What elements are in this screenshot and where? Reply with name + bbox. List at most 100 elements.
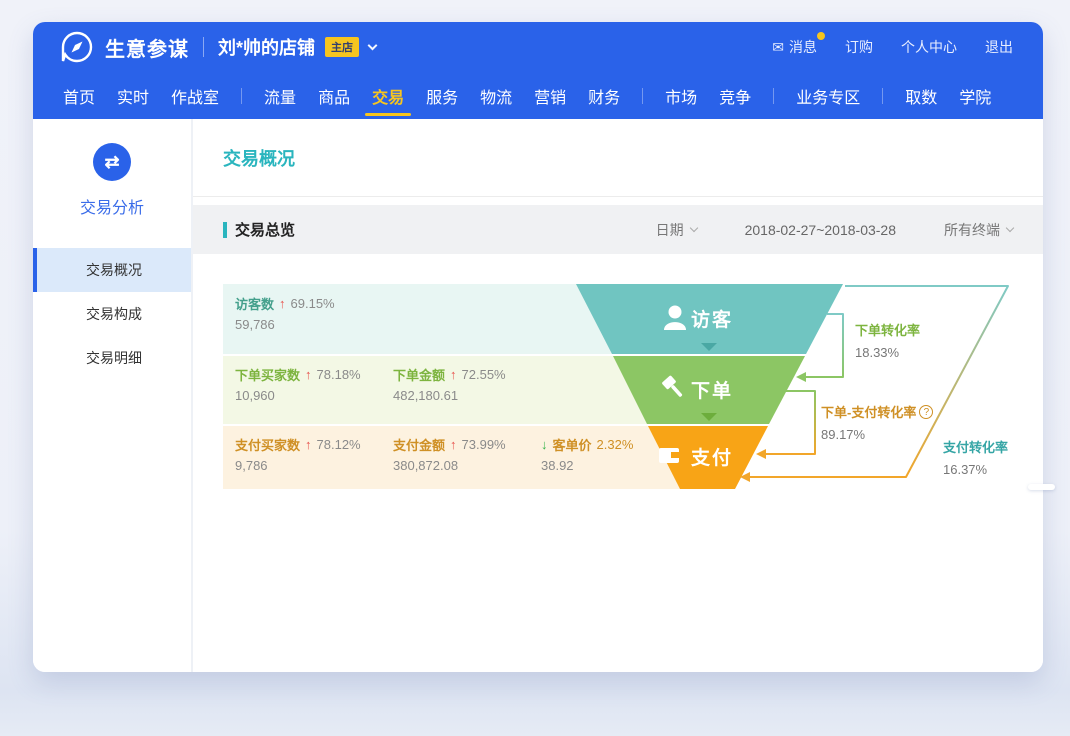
terminal-dropdown[interactable]: 所有终端	[944, 220, 1013, 240]
shop-name[interactable]: 刘*帅的店铺	[218, 34, 315, 60]
nav-item-academy[interactable]: 学院	[959, 72, 991, 119]
messages-label: 消息	[789, 39, 817, 55]
exchange-arrows-icon	[93, 143, 131, 181]
nav-item-marketing[interactable]: 营销	[534, 72, 566, 119]
section-title: 交易总览	[235, 219, 295, 240]
mail-icon	[772, 39, 789, 55]
conversion-value: 89.17%	[821, 427, 933, 442]
metric-change: 72.55%	[462, 367, 506, 382]
arrow-up-icon	[450, 367, 457, 382]
notification-dot	[817, 32, 825, 40]
nav-divider	[882, 88, 883, 104]
terminal-label: 所有终端	[944, 220, 1000, 240]
funnel-stage-label: 下单	[691, 379, 733, 402]
section-title-wrap: 交易总览	[223, 219, 295, 240]
conversion-label: 支付转化率	[943, 437, 1008, 456]
metric-order-amount: 下单金额 72.55% 482,180.61	[393, 365, 506, 403]
arrow-left-icon	[756, 449, 766, 459]
nav-item-warroom[interactable]: 作战室	[171, 72, 219, 119]
drawer-handle[interactable]	[1028, 484, 1055, 490]
brand-name: 生意参谋	[105, 33, 189, 62]
section-bar: 交易总览 日期 2018-02-27~2018-03-28 所有终端	[193, 205, 1043, 254]
arrow-up-icon	[450, 437, 457, 452]
nav-item-trade[interactable]: 交易	[372, 72, 404, 119]
nav-divider	[241, 88, 242, 104]
main-content: 交易概况 交易总览 日期 2018-02-27~2018-03-28 所有终端	[193, 119, 1043, 672]
topbar-right: 消息 订购 个人中心 退出	[772, 37, 1013, 57]
order-payment-conversion: 下单-支付转化率 89.17%	[821, 402, 933, 442]
metric-label: 访客数	[235, 294, 274, 313]
shop-chevron-down-icon[interactable]	[368, 40, 378, 50]
metric-avg-order-value: 客单价 2.32% 38.92	[541, 435, 633, 473]
sidebar: 交易分析 交易概况 交易构成 交易明细	[33, 119, 193, 672]
metric-order-buyers: 下单买家数 78.18% 10,960	[235, 365, 361, 403]
conversion-value: 16.37%	[943, 462, 1008, 477]
chevron-down-icon	[1006, 224, 1014, 232]
date-type-label: 日期	[656, 220, 684, 240]
metric-change: 78.12%	[317, 437, 361, 452]
help-icon[interactable]	[919, 405, 933, 419]
filters: 日期 2018-02-27~2018-03-28 所有终端	[656, 220, 1013, 240]
nav-item-data-extract[interactable]: 取数	[905, 72, 937, 119]
arrow-left-icon	[796, 372, 806, 382]
metric-change: 78.18%	[317, 367, 361, 382]
metric-label: 客单价	[553, 435, 592, 454]
wallet-icon	[659, 448, 679, 463]
metric-label: 下单金额	[393, 365, 445, 384]
conversion-value: 18.33%	[855, 345, 920, 360]
metric-label: 支付金额	[393, 435, 445, 454]
conversion-label: 下单-支付转化率	[821, 402, 916, 421]
metric-value: 9,786	[235, 458, 361, 473]
metric-payment-buyers: 支付买家数 78.12% 9,786	[235, 435, 361, 473]
nav-item-realtime[interactable]: 实时	[117, 72, 149, 119]
funnel-stage-label: 支付	[690, 446, 733, 469]
nav-item-traffic[interactable]: 流量	[264, 72, 296, 119]
nav-divider	[773, 88, 774, 104]
compass-logo-icon	[61, 31, 93, 63]
sidebar-item-trade-overview[interactable]: 交易概况	[33, 248, 191, 292]
logout-link[interactable]: 退出	[985, 37, 1013, 57]
metric-value: 482,180.61	[393, 388, 506, 403]
funnel-stage-label: 访客	[691, 308, 733, 331]
metric-label: 下单买家数	[235, 365, 300, 384]
section-accent-bar	[223, 222, 227, 238]
shop-badge: 主店	[325, 37, 359, 57]
nav-item-home[interactable]: 首页	[63, 72, 95, 119]
metric-label: 支付买家数	[235, 435, 300, 454]
nav-item-competition[interactable]: 竞争	[719, 72, 751, 119]
app-window: 生意参谋 刘*帅的店铺 主店 消息 订购 个人中心 退出 首页 实时 作战室 流…	[33, 22, 1043, 672]
messages-link[interactable]: 消息	[772, 37, 817, 57]
nav-item-market[interactable]: 市场	[665, 72, 697, 119]
payment-conversion: 支付转化率 16.37%	[943, 437, 1008, 477]
app-body: 交易分析 交易概况 交易构成 交易明细 交易概况 交易总览 日期	[33, 119, 1043, 672]
page-title-row: 交易概况	[193, 119, 1043, 197]
subscribe-link[interactable]: 订购	[845, 37, 873, 57]
date-type-dropdown[interactable]: 日期	[656, 220, 697, 240]
sidebar-menu: 交易概况 交易构成 交易明细	[33, 248, 191, 380]
metric-value: 380,872.08	[393, 458, 506, 473]
arrow-up-icon	[305, 367, 312, 382]
nav-item-service[interactable]: 服务	[426, 72, 458, 119]
arrow-up-icon	[279, 296, 286, 311]
trade-funnel-chart: 访客 下单 支付 访客数 69.15% 59,786 下单买家数	[223, 284, 1009, 499]
metric-value: 10,960	[235, 388, 361, 403]
nav-item-finance[interactable]: 财务	[588, 72, 620, 119]
topbar-left: 生意参谋 刘*帅的店铺 主店	[61, 31, 376, 63]
nav-item-business-zone[interactable]: 业务专区	[796, 72, 860, 119]
date-range-picker[interactable]: 2018-02-27~2018-03-28	[745, 222, 896, 238]
nav-divider	[642, 88, 643, 104]
metric-change: 69.15%	[291, 296, 335, 311]
topbar: 生意参谋 刘*帅的店铺 主店 消息 订购 个人中心 退出	[33, 22, 1043, 72]
metric-payment-amount: 支付金额 73.99% 380,872.08	[393, 435, 506, 473]
nav-item-goods[interactable]: 商品	[318, 72, 350, 119]
profile-link[interactable]: 个人中心	[901, 37, 957, 57]
sidebar-item-trade-detail[interactable]: 交易明细	[33, 336, 191, 380]
main-nav: 首页 实时 作战室 流量 商品 交易 服务 物流 营销 财务 市场 竞争 业务专…	[33, 72, 1043, 119]
conversion-label: 下单转化率	[855, 320, 920, 339]
nav-item-logistics[interactable]: 物流	[480, 72, 512, 119]
metric-change: 2.32%	[597, 437, 634, 452]
sidebar-item-trade-composition[interactable]: 交易构成	[33, 292, 191, 336]
metric-value: 59,786	[235, 317, 335, 332]
header-divider	[203, 37, 204, 57]
arrow-up-icon	[305, 437, 312, 452]
